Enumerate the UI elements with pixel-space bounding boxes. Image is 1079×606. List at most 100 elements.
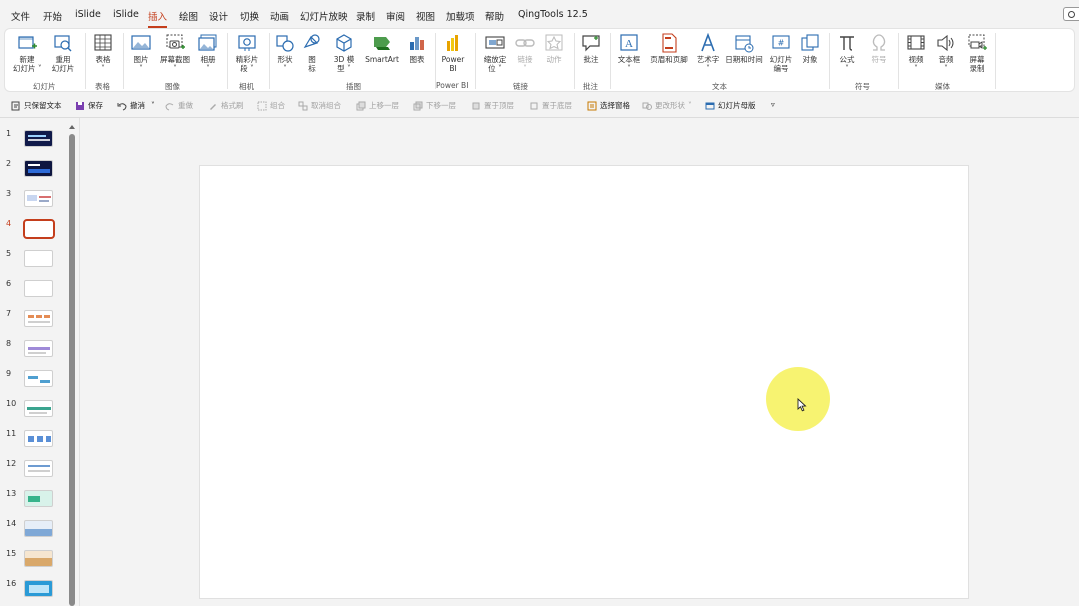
tab-view[interactable]: 视图	[416, 9, 435, 23]
slide-number: 7	[6, 309, 12, 318]
slide-thumbnail-16[interactable]	[24, 580, 53, 597]
slide-number: 8	[6, 339, 12, 348]
tab-animations[interactable]: 动画	[270, 9, 289, 23]
slide-thumbnail-5[interactable]	[24, 250, 53, 267]
tab-islide-2[interactable]: iSlide	[113, 9, 139, 20]
slide-thumbnail-11[interactable]	[24, 430, 53, 447]
slide-thumbnail-6[interactable]	[24, 280, 53, 297]
tab-transitions[interactable]: 切换	[240, 9, 259, 23]
slide-thumbnail-15[interactable]	[24, 550, 53, 567]
slide-thumbnail-9[interactable]	[24, 370, 53, 387]
slide-number: 5	[6, 249, 12, 258]
picture-icon	[131, 35, 151, 50]
format-painter-button[interactable]: 格式刷	[208, 100, 244, 111]
tab-file[interactable]: 文件	[11, 9, 30, 23]
scrollbar-thumb[interactable]	[69, 134, 75, 606]
smartart-button[interactable]: SmartArt	[362, 33, 402, 64]
slide-number: 2	[6, 159, 12, 168]
3d-model-button[interactable]: 3D 模 型 ˅	[331, 33, 357, 73]
slide-canvas[interactable]	[199, 165, 969, 599]
tab-qingtools[interactable]: QingTools 12.5	[518, 9, 588, 20]
group-label-symbols: 符号	[855, 82, 870, 91]
brush-icon	[210, 103, 216, 110]
slide-number-button[interactable]: # 幻灯片 编号	[767, 33, 795, 73]
action-button[interactable]: 动作	[542, 33, 566, 64]
slide-thumbnail-4[interactable]	[23, 219, 55, 239]
slide-master-button[interactable]: 幻灯片母版	[705, 100, 756, 111]
action-label: 动作	[546, 55, 562, 64]
tab-home[interactable]: 开始	[43, 9, 62, 23]
tab-record[interactable]: 录制	[356, 9, 375, 23]
send-backward-button[interactable]: 下移一层	[413, 100, 456, 111]
bring-forward-button[interactable]: 上移一层	[356, 100, 399, 111]
tab-design[interactable]: 设计	[209, 9, 228, 23]
slide-thumbnail-8[interactable]	[24, 340, 53, 357]
group-button[interactable]: 组合	[257, 100, 285, 111]
slide-thumbnail-7[interactable]	[24, 310, 53, 327]
slide-thumbnail-12[interactable]	[24, 460, 53, 477]
symbol-button[interactable]: 符号	[867, 33, 891, 64]
redo-button[interactable]: 重做	[165, 100, 193, 111]
screenshot-button[interactable]: 屏幕截图 ˅	[157, 33, 193, 73]
keep-text-only-button[interactable]: 只保留文本	[11, 100, 62, 111]
object-button[interactable]: 对象	[798, 33, 822, 64]
tab-help[interactable]: 帮助	[485, 9, 504, 23]
wordart-button[interactable]: 艺术字 ˅	[694, 33, 722, 73]
qat-customize-chevron-icon[interactable]: ▿	[771, 100, 775, 109]
slide-thumbnail-13[interactable]	[24, 490, 53, 507]
slide-thumbnail-2[interactable]	[24, 160, 53, 177]
zoom-icon	[485, 36, 505, 49]
thumbnails-scrollbar[interactable]	[69, 124, 75, 606]
scroll-up-arrow-icon[interactable]	[69, 124, 75, 130]
undo-dropdown-chevron-icon[interactable]: ˅	[151, 101, 155, 110]
send-to-back-button[interactable]: 置于底层	[529, 100, 572, 111]
table-button[interactable]: 表格 ˅	[90, 33, 116, 73]
header-footer-button[interactable]: 页眉和页脚	[646, 33, 692, 64]
save-button[interactable]: 保存	[75, 100, 103, 111]
change-shape-button[interactable]: 更改形状 ˅	[642, 100, 692, 111]
slide-number: 3	[6, 189, 12, 198]
paste-text-icon	[11, 101, 20, 110]
record-icon[interactable]	[1063, 7, 1079, 21]
link-icon	[515, 39, 535, 47]
powerpoint-window: 文件 开始 iSlide iSlide 插入 绘图 设计 切换 动画 幻灯片放映…	[0, 0, 1079, 606]
tab-insert[interactable]: 插入	[148, 9, 168, 28]
selection-pane-button[interactable]: 选择窗格	[587, 100, 630, 111]
slide-number: 12	[6, 459, 17, 468]
equation-button[interactable]: 公式 ˅	[835, 33, 859, 73]
slide-thumbnail-1[interactable]	[24, 130, 53, 147]
slide-thumbnail-10[interactable]	[24, 400, 53, 417]
bring-to-front-button[interactable]: 置于顶层	[471, 100, 514, 111]
chart-button[interactable]: 图表	[405, 33, 429, 64]
shapes-label: 形状 ˅	[277, 55, 293, 73]
icons-button[interactable]: 图 标	[301, 33, 323, 73]
new-slide-button[interactable]: 新建 幻灯片 ˅	[13, 33, 42, 73]
tab-review[interactable]: 审阅	[386, 9, 405, 23]
slide-thumbnail-3[interactable]	[24, 190, 53, 207]
powerbi-button[interactable]: Power BI	[439, 33, 467, 73]
comment-button[interactable]: 批注	[579, 33, 603, 64]
save-icon	[76, 101, 84, 110]
reuse-slide-button[interactable]: 重用 幻灯片	[49, 33, 77, 73]
tab-islide-1[interactable]: iSlide	[75, 9, 101, 20]
video-button[interactable]: 视频 ˅	[903, 33, 929, 73]
ungroup-button[interactable]: 取消组合	[298, 100, 341, 111]
undo-icon	[117, 102, 127, 110]
datetime-button[interactable]: 日期和时间	[723, 33, 765, 64]
album-button[interactable]: 相册 ˅	[196, 33, 220, 73]
screen-record-button[interactable]: 屏幕 录制	[963, 33, 991, 73]
shapes-button[interactable]: 形状 ˅	[273, 33, 297, 73]
tab-addins[interactable]: 加载项	[446, 9, 475, 23]
tab-slideshow[interactable]: 幻灯片放映	[300, 9, 348, 23]
cameo-button[interactable]: 精彩片 段 ˅	[233, 33, 261, 73]
slide-thumbnail-14[interactable]	[24, 520, 53, 537]
undo-button[interactable]: 撤消 ˅	[117, 100, 155, 111]
zoom-button[interactable]: 缩放定 位 ˅	[480, 33, 510, 73]
picture-button[interactable]: 图片 ˅	[129, 33, 153, 73]
tab-draw[interactable]: 绘图	[179, 9, 198, 23]
link-button[interactable]: 链接 ˅	[513, 33, 537, 73]
keep-text-only-label: 只保留文本	[24, 101, 62, 110]
textbox-button[interactable]: A 文本框 ˅	[615, 33, 643, 73]
powerbi-icon	[447, 35, 458, 51]
audio-button[interactable]: 音频 ˅	[933, 33, 959, 73]
